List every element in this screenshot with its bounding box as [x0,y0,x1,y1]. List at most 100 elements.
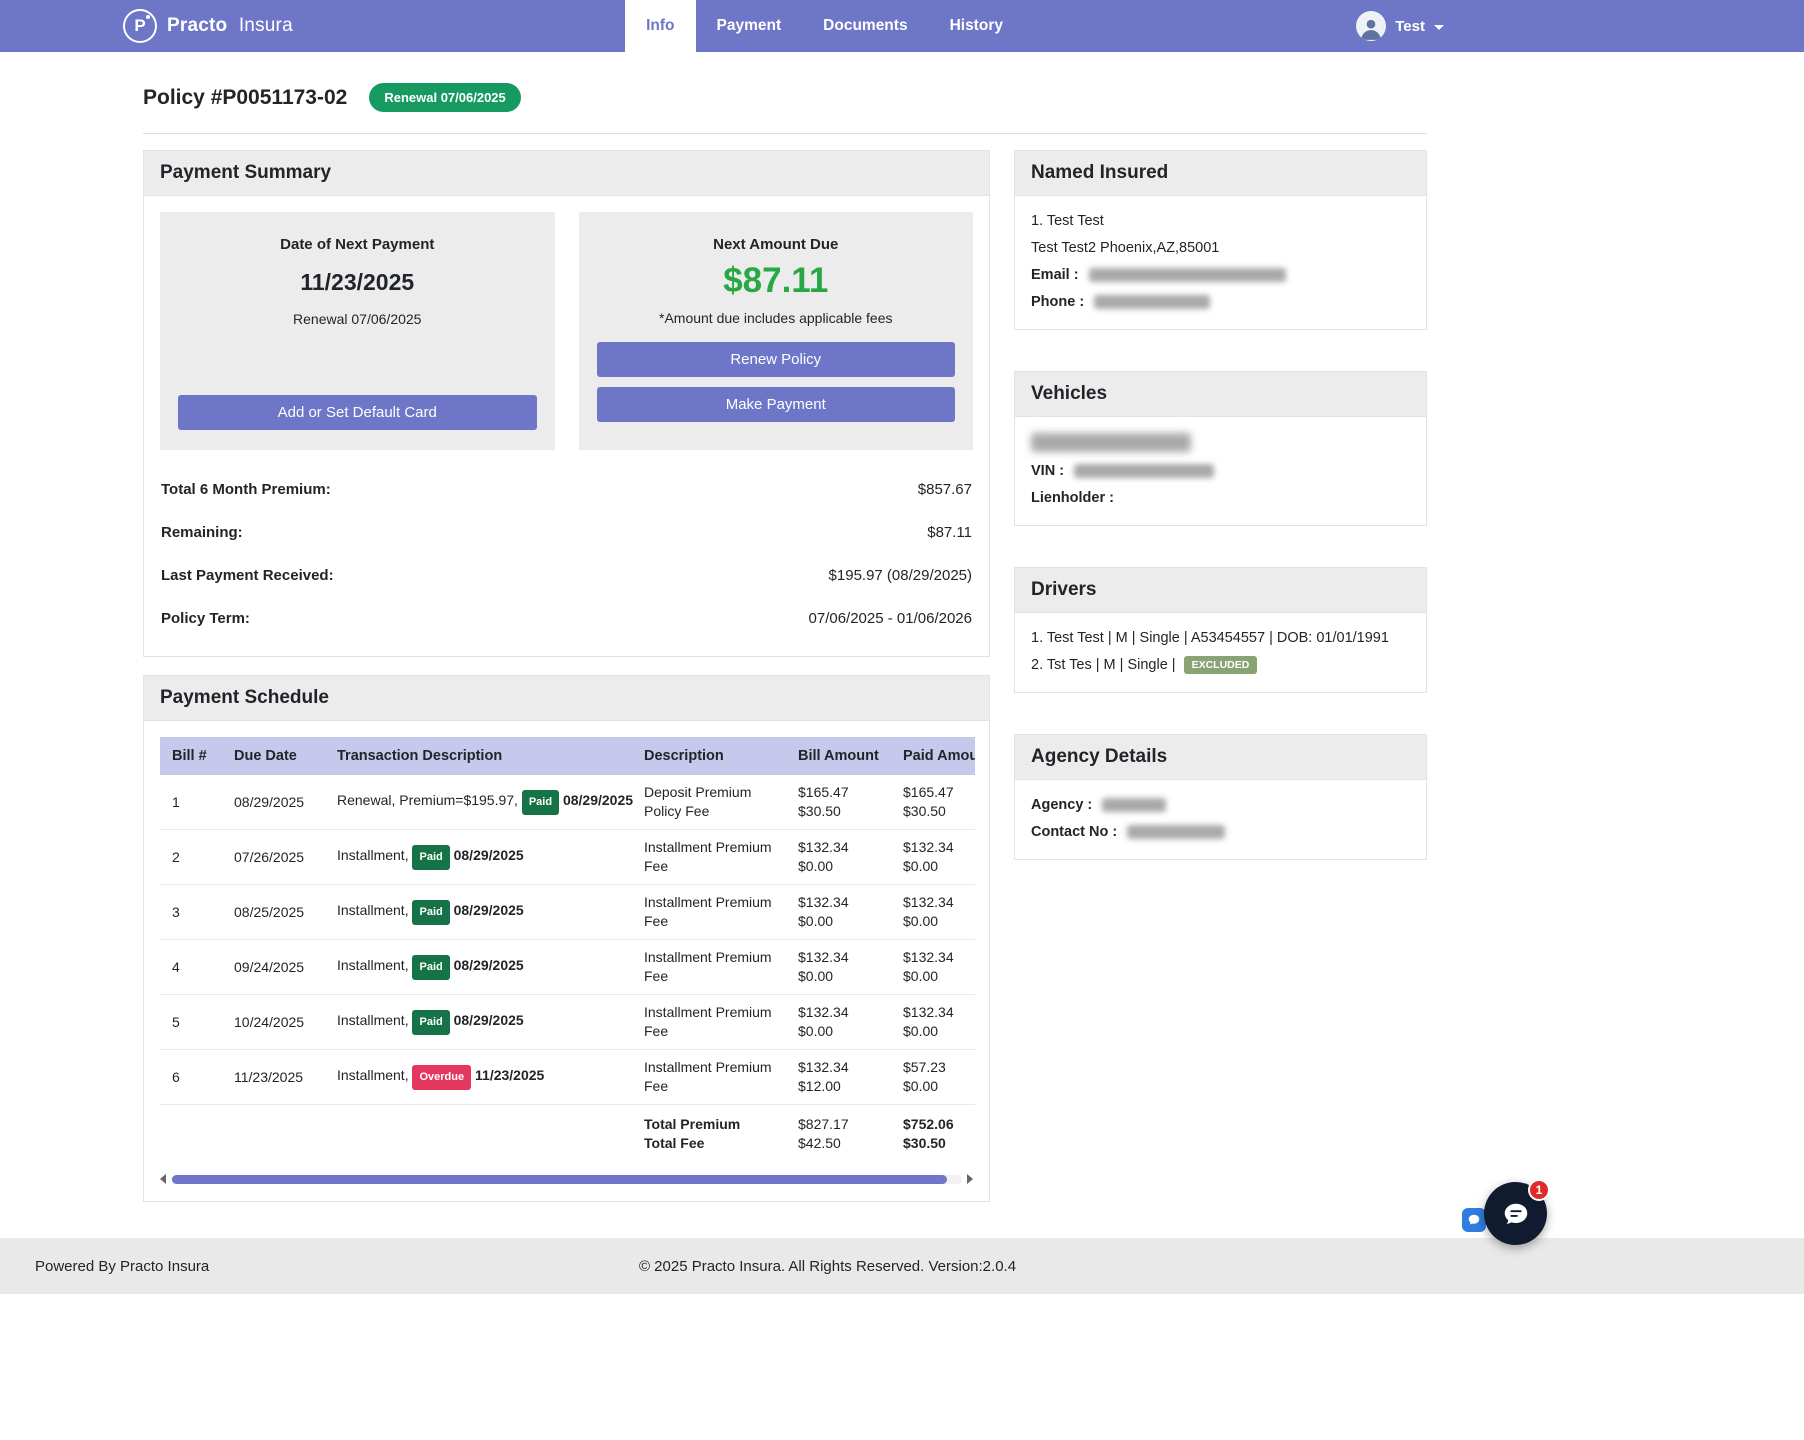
empty-cell [160,1105,222,1164]
page-title: Policy #P0051173-02 [143,86,347,110]
scrollbar-track[interactable] [171,1175,962,1184]
desc-line: Installment Premium [644,893,774,912]
due-date-cell: 08/25/2025 [222,885,325,940]
brand-name-secondary: Insura [239,15,293,36]
bill-amount-cell: $132.34 $12.00 [786,1050,891,1105]
due-date-cell: 09/24/2025 [222,940,325,995]
detail-value: 07/06/2025 - 01/06/2026 [809,610,972,627]
drivers-title: Drivers [1031,579,1410,601]
bill-amount-cell: $165.47 $30.50 [786,775,891,830]
amount-line: $57.23 [903,1058,975,1077]
amount-line: $30.50 [903,802,975,821]
nav-tab-payment[interactable]: Payment [696,0,803,52]
copyright-text: © 2025 Practo Insura. All Rights Reserve… [639,1258,1016,1275]
description-cell: Installment Premium Fee [632,1050,786,1105]
chat-launcher-button[interactable]: 1 [1484,1182,1547,1245]
detail-row-total-premium: Total 6 Month Premium: $857.67 [161,468,972,511]
desc-line: Installment Premium [644,1058,774,1077]
user-menu[interactable]: Test [1356,11,1444,41]
phone-label: Phone : [1031,294,1084,310]
status-date: 11/23/2025 [475,1067,544,1083]
desc-line: Installment Premium [644,1003,774,1022]
lienholder-label: Lienholder : [1031,490,1114,506]
vehicle-vin-row: VIN : [1031,462,1410,480]
agency-details-body: Agency : Contact No : [1015,780,1426,859]
totals-paid-amount-cell: $752.06 $30.50 [891,1105,975,1164]
user-avatar-icon [1356,11,1386,41]
driver-row-2: 2. Tst Tes | M | Single | EXCLUDED [1031,656,1410,674]
transaction-text: Installment, [337,957,409,973]
named-insured-card: Named Insured 1. Test Test Test Test2 Ph… [1014,150,1427,330]
totals-label: Total Premium [644,1115,774,1134]
make-payment-button[interactable]: Make Payment [597,387,956,422]
renew-policy-button[interactable]: Renew Policy [597,342,956,377]
vin-label: VIN : [1031,463,1064,479]
payment-schedule-header: Payment Schedule [144,676,989,721]
status-date: 08/29/2025 [454,1012,524,1028]
add-default-card-button[interactable]: Add or Set Default Card [178,395,537,430]
col-due-date: Due Date [222,737,325,775]
next-amount-panel: Next Amount Due $87.11 *Amount due inclu… [579,212,974,450]
col-bill-number: Bill # [160,737,222,775]
horizontal-scrollbar[interactable] [160,1173,973,1185]
bill-amount-cell: $132.34 $0.00 [786,940,891,995]
renewal-status-badge: Renewal 07/06/2025 [369,83,520,112]
detail-label: Last Payment Received: [161,567,334,584]
amount-line: $752.06 [903,1115,975,1134]
description-cell: Installment Premium Fee [632,940,786,995]
desc-line: Fee [644,857,774,876]
paid-amount-cell: $57.23 $0.00 [891,1050,975,1105]
payment-summary-header: Payment Summary [144,151,989,196]
transaction-cell: Installment, Paid 08/29/2025 [325,830,632,885]
due-date-cell: 07/26/2025 [222,830,325,885]
paid-amount-cell: $132.34 $0.00 [891,830,975,885]
detail-value: $87.11 [927,524,972,541]
scroll-right-icon[interactable] [967,1174,973,1184]
redacted-contact-value [1127,825,1225,839]
scroll-left-icon[interactable] [160,1174,166,1184]
next-payment-panel: Date of Next Payment 11/23/2025 Renewal … [160,212,555,450]
amount-line: $827.17 [798,1115,879,1134]
bill-number-cell: 2 [160,830,222,885]
table-row: 2 07/26/2025 Installment, Paid 08/29/202… [160,830,975,885]
vehicles-card: Vehicles VIN : Lienholder : [1014,371,1427,526]
nav-tab-documents[interactable]: Documents [802,0,928,52]
description-cell: Installment Premium Fee [632,830,786,885]
desc-line: Fee [644,967,774,986]
bill-amount-cell: $132.34 $0.00 [786,830,891,885]
transaction-cell: Installment, Paid 08/29/2025 [325,940,632,995]
transaction-cell: Installment, Overdue 11/23/2025 [325,1050,632,1105]
payment-summary-body: Date of Next Payment 11/23/2025 Renewal … [144,196,989,656]
scrollbar-thumb[interactable] [172,1175,947,1184]
brand-name-primary: Practo [167,15,227,36]
col-bill-amount: Bill Amount [786,737,891,775]
bill-amount-cell: $132.34 $0.00 [786,995,891,1050]
transaction-cell: Installment, Paid 08/29/2025 [325,995,632,1050]
amount-line: $132.34 [798,1058,879,1077]
bill-amount-cell: $132.34 $0.00 [786,885,891,940]
table-row: 5 10/24/2025 Installment, Paid 08/29/202… [160,995,975,1050]
detail-label: Total 6 Month Premium: [161,481,331,498]
table-row: 1 08/29/2025 Renewal, Premium=$195.97, P… [160,775,975,830]
named-insured-title: Named Insured [1031,162,1410,184]
nav-tab-info[interactable]: Info [625,0,695,52]
agency-row: Agency : [1031,796,1410,814]
drivers-body: 1. Test Test | M | Single | A53454557 | … [1015,613,1426,692]
desc-line: Installment Premium [644,838,774,857]
schedule-table-viewport: Bill # Due Date Transaction Description … [160,737,975,1163]
totals-label: Total Fee [644,1134,774,1153]
nav-tab-history[interactable]: History [929,0,1024,52]
transaction-cell: Installment, Paid 08/29/2025 [325,885,632,940]
paid-status-badge: Paid [412,845,449,870]
paid-status-badge: Paid [522,790,559,815]
next-payment-date: 11/23/2025 [300,269,414,296]
summary-details: Total 6 Month Premium: $857.67 Remaining… [160,468,973,640]
transaction-text: Renewal, Premium=$195.97, [337,792,518,808]
transaction-text: Installment, [337,1012,409,1028]
amount-line: $132.34 [798,1003,879,1022]
vehicles-body: VIN : Lienholder : [1015,417,1426,525]
amount-line: $0.00 [798,1022,879,1041]
brand[interactable]: P Practo Insura [123,9,293,43]
agency-label: Agency : [1031,797,1092,813]
payment-schedule-title: Payment Schedule [160,687,973,709]
